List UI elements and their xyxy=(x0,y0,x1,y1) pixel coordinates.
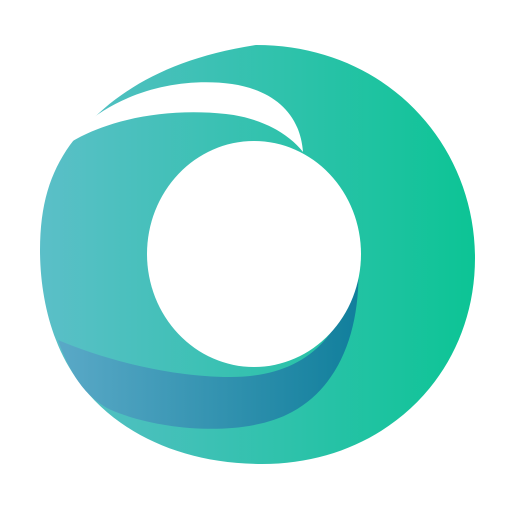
logo-svg xyxy=(40,45,475,464)
logo-canvas xyxy=(0,0,512,512)
center-hole xyxy=(147,141,361,367)
